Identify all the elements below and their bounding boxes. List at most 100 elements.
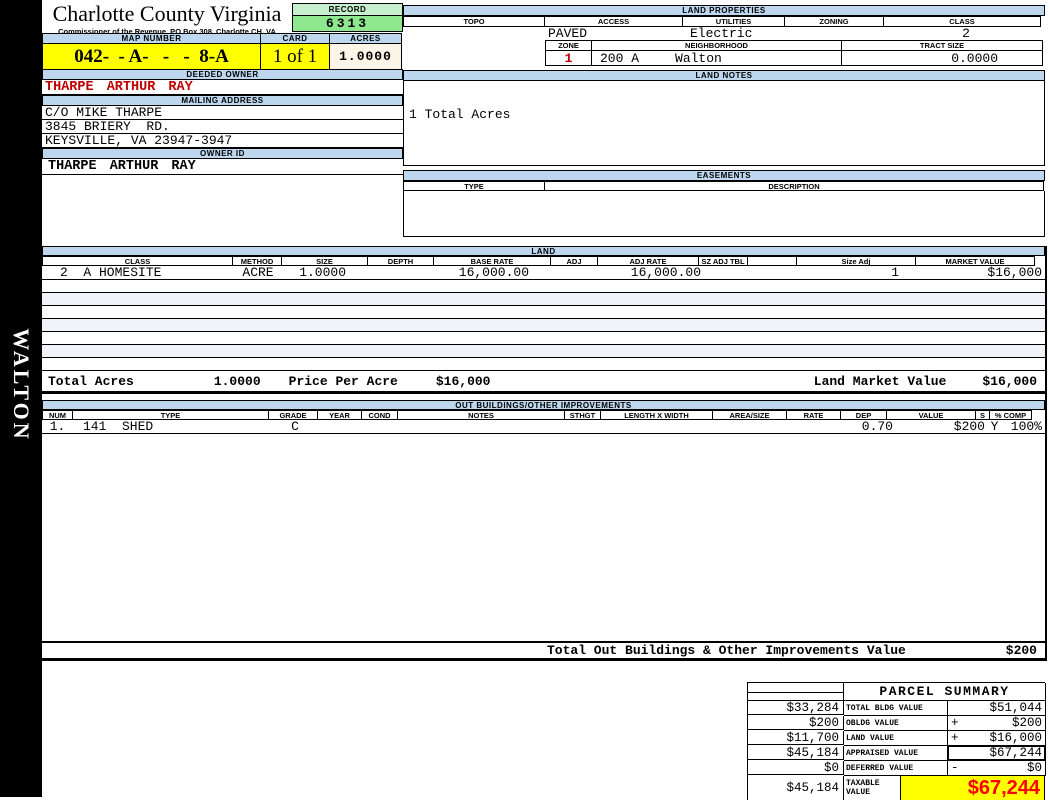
ob-type: 141 SHED [83,419,154,434]
land-notes-body: 1 Total Acres [403,81,1045,166]
card-col: CARD 1 of 1 [260,33,330,70]
map-number-row: MAP NUMBER 042- - A- - - 8-A CARD 1 of 1… [42,33,403,70]
land-base-rate: 16,000.00 [458,265,529,280]
card-value: 1 of 1 [260,44,330,70]
district-name-vertical: WALTON [9,328,34,442]
column-header: AREA/SIZE [712,410,787,420]
ob-year [320,420,365,433]
empty-row [42,319,1045,332]
column-header: ADJ [550,256,598,266]
taxable-value-row: $45,184 TAXABLE VALUE $67,244 [747,776,1045,800]
ob-total-label: Total Out Buildings & Other Improvements… [547,643,906,658]
summary-amount: $51,044 [989,701,1042,715]
column-header: ZONING [784,16,884,27]
land-depth [370,266,437,279]
deeded-owner-label: DEEDED OWNER [42,69,403,80]
acres-value: 1.0000 [329,44,402,70]
total-acres-value: 1.0000 [213,373,261,389]
land-totals-row: Total Acres 1.0000 Price Per Acre $16,00… [42,371,1045,394]
parcel-record-card: WALTON Charlotte County Virginia Commiss… [0,0,1050,800]
ob-value: $200 [953,419,985,434]
easements-header-row: TYPE DESCRIPTION [403,181,1045,191]
empty-row [42,280,1045,293]
out-buildings-section: OUT BUILDINGS/OTHER IMPROVEMENTS NUM TYP… [42,400,1045,434]
summary-label: OBLDG VALUE [844,716,948,731]
summary-op: - [951,761,959,775]
acres-label: ACRES [329,33,402,44]
summary-amount: $0 [1026,761,1042,775]
parcel-summary: PARCEL SUMMARY $33,284 TOTAL BLDG VALUE … [747,682,1046,800]
prior-value: $45,184 [748,746,844,760]
summary-amount: $16,000 [989,731,1042,745]
tract-size-label: TRACT SIZE [841,40,1043,51]
land-blank [755,266,805,279]
empty-row [42,332,1045,345]
acres-col: ACRES 1.0000 [329,33,402,70]
utilities-value: Electric [690,26,753,41]
deeded-owner-value: THARPE ARTHUR RAY [42,80,403,95]
card-label: CARD [260,33,330,44]
address-line: C/O MIKE THARPE [42,105,403,120]
land-section-title: LAND [42,246,1045,256]
prior-value: $33,284 [748,701,844,715]
land-market-value-label: Land Market Value [813,373,947,389]
map-number-label: MAP NUMBER [42,33,261,44]
owner-id-label: OWNER ID [42,148,403,159]
zoning-value [787,27,887,40]
taxable-label: TAXABLE VALUE [844,776,901,800]
summary-value: $67,244 [948,746,1046,761]
column-header: LENGTH X WIDTH [600,410,713,420]
empty-row [42,358,1045,371]
ob-s: Y [990,419,999,434]
summary-op: + [951,716,959,730]
summary-value: $51,044 [948,701,1046,716]
summary-value: - $0 [948,761,1046,776]
summary-value: + $16,000 [948,731,1046,746]
land-note: 1 Total Acres [409,107,511,122]
zone-value-row: 1 200 A Walton 0.0000 [545,51,1045,66]
district-sidebar: WALTON [0,0,42,797]
zone-header-row: ZONE NEIGHBORHOOD TRACT SIZE [545,40,1045,51]
ob-grade: C [291,419,299,434]
total-acres-label: Total Acres [48,373,134,389]
neighborhood-name: Walton [675,50,722,66]
neighborhood-label: NEIGHBORHOOD [591,40,842,51]
owner-id-value: THARPE ARTHUR RAY [42,159,403,175]
taxable-value: $67,244 [901,776,1044,800]
empty-row [42,306,1045,319]
easement-type-label: TYPE [403,181,545,191]
column-header [747,256,797,266]
summary-value: + $200 [948,716,1046,731]
county-title: Charlotte County Virginia [52,1,282,26]
address-line: KEYSVILLE, VA 23947-3947 [42,133,403,148]
topo-value [403,27,545,40]
column-header: DEPTH [367,256,434,266]
out-buildings-header-row: NUM TYPE GRADE YEAR COND NOTES STHGT LEN… [42,410,1045,420]
out-building-row: 1. 141 SHED C 0.70 $200 Y 100% [42,419,1045,434]
column-header: TOPO [403,16,545,27]
land-class: 2 A HOMESITE [60,265,162,280]
prior-value: $0 [748,761,844,775]
land-notes-title: LAND NOTES [403,70,1045,81]
column-header: STHGT [564,410,601,420]
ob-length-width [607,420,720,433]
ob-total-value: $200 [1005,643,1037,658]
land-market-value: $16,000 [987,265,1042,280]
map-number-col: MAP NUMBER 042- - A- - - 8-A [42,33,261,70]
parcel-summary-prior-header [748,683,844,701]
price-per-acre-value: $16,000 [435,373,491,389]
ob-num: 1. [49,419,66,434]
easements-body [403,191,1045,237]
land-data-row: 2 A HOMESITE ACRE 1.0000 16,000.00 16,00… [42,265,1045,280]
easement-description-label: DESCRIPTION [544,181,1044,191]
column-header: NOTES [397,410,565,420]
address-line: 3845 BRIERY RD. [42,119,403,134]
summary-amount: $200 [1011,716,1042,730]
column-header: SZ ADJ TBL [698,256,748,266]
record-label: RECORD [292,3,403,16]
land-market-value-total: $16,000 [982,373,1037,389]
land-adj-rate: 16,000.00 [630,265,701,280]
land-adj [555,266,603,279]
tract-size-value: 0.0000 [841,51,1043,66]
zone-value: 1 [545,51,592,66]
